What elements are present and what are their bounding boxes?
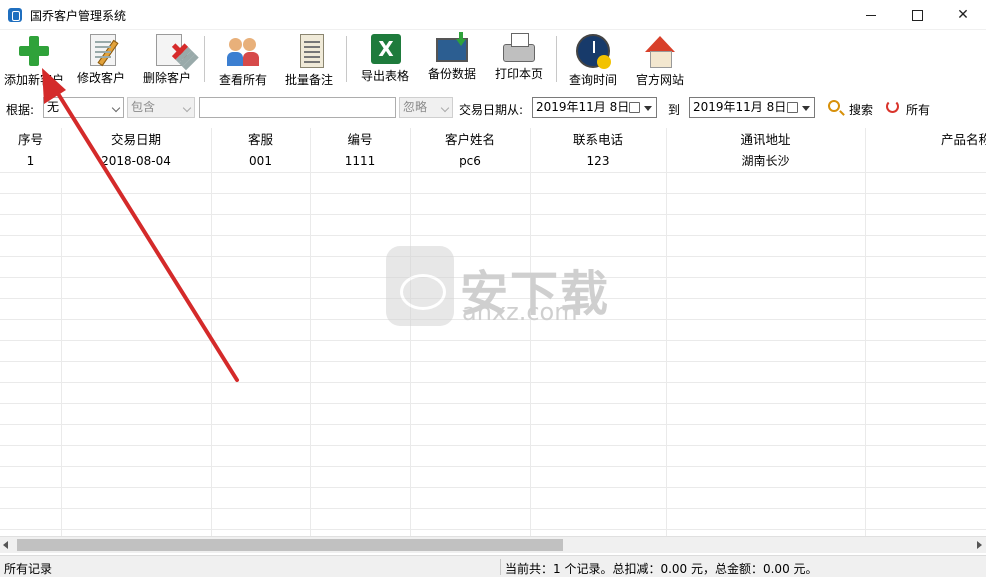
ignore-select-value: 忽略: [403, 100, 428, 114]
print-page-label: 打印本页: [494, 67, 543, 81]
toolbar-separator: [346, 36, 347, 82]
plus-icon: [17, 34, 51, 68]
print-page-button[interactable]: 打印本页: [490, 32, 548, 88]
note-icon: [299, 34, 324, 68]
keyword-input[interactable]: [199, 97, 396, 118]
horizontal-scrollbar[interactable]: [0, 536, 986, 553]
table-cell: 001: [249, 154, 272, 168]
chevron-down-icon: [182, 103, 192, 113]
window-title: 国乔客户管理系统: [30, 9, 127, 23]
column-header[interactable]: 客服: [211, 128, 310, 151]
minimize-button[interactable]: [848, 0, 894, 30]
printer-icon: [503, 33, 535, 62]
people-icon: [226, 34, 260, 68]
column-header[interactable]: 产品名称: [865, 128, 986, 151]
table-cell: [865, 151, 986, 172]
table-cell: 湖南长沙: [741, 154, 790, 168]
chevron-down-icon: [440, 103, 450, 113]
table-cell: 1: [26, 154, 35, 168]
search-icon: [828, 100, 840, 112]
filter-bar: 根据: 无 包含 忽略 交易日期从: 2019年11月 8日 到 2019年11…: [0, 93, 986, 123]
operator-select[interactable]: 包含: [127, 97, 195, 118]
column-header[interactable]: 联系电话: [530, 128, 666, 151]
export-table-button[interactable]: X 导出表格: [356, 32, 414, 88]
customer-table: 序号 交易日期 客服 编号 客户姓名 联系电话 通讯地址 产品名称 1 2018…: [0, 128, 986, 536]
ignore-select[interactable]: 忽略: [399, 97, 453, 118]
maximize-button[interactable]: [894, 0, 940, 30]
operator-select-value: 包含: [131, 100, 156, 114]
batch-note-label: 批量备注: [284, 73, 333, 87]
official-website-button[interactable]: 官方网站: [631, 32, 689, 88]
backup-icon: [436, 38, 468, 62]
by-label: 根据:: [6, 103, 35, 117]
date-from-label: 交易日期从:: [459, 103, 524, 117]
calendar-icon: [629, 102, 640, 113]
clock-icon: [576, 34, 611, 69]
status-summary: 当前共：1 个记录。总扣减：0.00 元，总金额：0.00 元。: [505, 562, 818, 576]
field-select-value: 无: [47, 100, 60, 114]
close-button[interactable]: ✕: [940, 0, 986, 30]
scroll-left-icon[interactable]: [3, 541, 8, 549]
column-header[interactable]: 客户姓名: [410, 128, 530, 151]
export-table-label: 导出表格: [360, 69, 409, 83]
batch-note-button[interactable]: 批量备注: [280, 32, 338, 88]
edit-customer-button[interactable]: 修改客户: [72, 32, 130, 88]
table-cell: pc6: [459, 154, 481, 168]
delete-icon: [156, 34, 182, 66]
view-all-label: 查看所有: [218, 73, 267, 87]
column-header[interactable]: 序号: [0, 128, 61, 151]
to-label: 到: [668, 103, 681, 117]
edit-icon: [90, 34, 119, 67]
watermark-shield-icon: [386, 246, 454, 326]
field-select[interactable]: 无: [43, 97, 124, 118]
refresh-icon: [886, 100, 899, 113]
table-header: 序号 交易日期 客服 编号 客户姓名 联系电话 通讯地址 产品名称: [0, 128, 986, 151]
chevron-down-icon: [111, 103, 121, 113]
delete-customer-label: 删除客户: [142, 71, 191, 85]
search-button[interactable]: 搜索: [826, 96, 876, 118]
query-time-button[interactable]: 查询时间: [564, 32, 622, 88]
backup-data-button[interactable]: 备份数据: [423, 32, 481, 88]
scroll-right-icon[interactable]: [977, 541, 982, 549]
home-icon: [643, 34, 677, 68]
table-cell: 123: [586, 154, 610, 168]
all-label: 所有: [906, 103, 931, 117]
all-button[interactable]: 所有: [884, 96, 934, 118]
add-customer-label: 添加新客户: [3, 73, 64, 87]
search-label: 搜索: [849, 103, 874, 117]
calendar-icon: [787, 102, 798, 113]
status-separator: [500, 559, 501, 575]
toolbar: 添加新客户 修改客户 删除客户 查看所有 批量备注 X 导出表格 备份数据 打印…: [0, 30, 986, 92]
column-header[interactable]: 编号: [310, 128, 410, 151]
date-from-picker[interactable]: 2019年11月 8日: [532, 97, 657, 118]
status-bar: 所有记录 当前共：1 个记录。总扣减：0.00 元，总金额：0.00 元。: [0, 555, 986, 577]
app-icon: [8, 8, 22, 22]
add-customer-button[interactable]: 添加新客户: [2, 32, 66, 88]
date-to-value: 2019年11月 8日: [693, 100, 787, 114]
official-website-label: 官方网站: [635, 73, 684, 87]
dropdown-arrow-icon: [802, 106, 810, 111]
view-all-button[interactable]: 查看所有: [214, 32, 272, 88]
watermark-url: anxz.com: [462, 298, 578, 326]
toolbar-separator: [204, 36, 205, 82]
edit-customer-label: 修改客户: [76, 71, 125, 85]
backup-data-label: 备份数据: [427, 67, 476, 81]
status-mode: 所有记录: [4, 562, 53, 576]
query-time-label: 查询时间: [568, 73, 617, 87]
excel-icon: X: [371, 34, 401, 64]
title-bar: 国乔客户管理系统 ✕: [0, 0, 986, 30]
scroll-thumb[interactable]: [17, 539, 563, 551]
column-header[interactable]: 通讯地址: [666, 128, 865, 151]
delete-customer-button[interactable]: 删除客户: [138, 32, 196, 88]
column-header[interactable]: 交易日期: [61, 128, 211, 151]
date-to-picker[interactable]: 2019年11月 8日: [689, 97, 815, 118]
table-row[interactable]: 1 2018-08-04 001 1111 pc6 123 湖南长沙: [0, 151, 986, 172]
toolbar-separator: [556, 36, 557, 82]
date-from-value: 2019年11月 8日: [536, 100, 630, 114]
table-cell: 1111: [344, 154, 376, 168]
table-cell: 2018-08-04: [101, 154, 171, 168]
dropdown-arrow-icon: [644, 106, 652, 111]
